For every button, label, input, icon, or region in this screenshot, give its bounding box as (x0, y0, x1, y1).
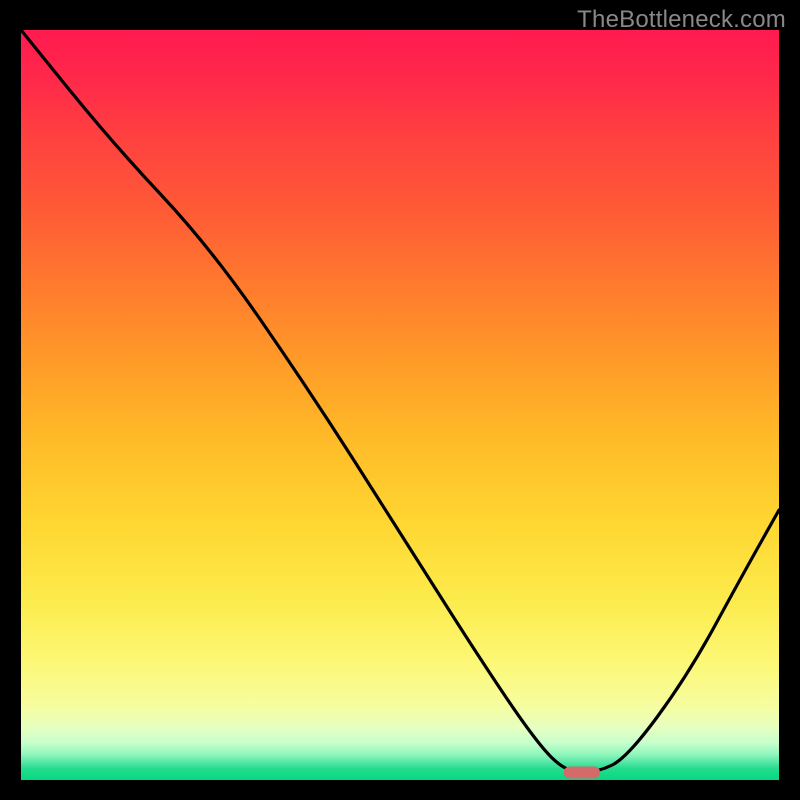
chart-svg (21, 30, 779, 780)
bottleneck-curve-path (21, 30, 779, 773)
watermark-text: TheBottleneck.com (577, 6, 786, 34)
chart-layer (21, 30, 779, 779)
optimal-marker (564, 767, 600, 779)
chart-frame: TheBottleneck.com (0, 0, 800, 800)
plot-area (21, 30, 779, 780)
